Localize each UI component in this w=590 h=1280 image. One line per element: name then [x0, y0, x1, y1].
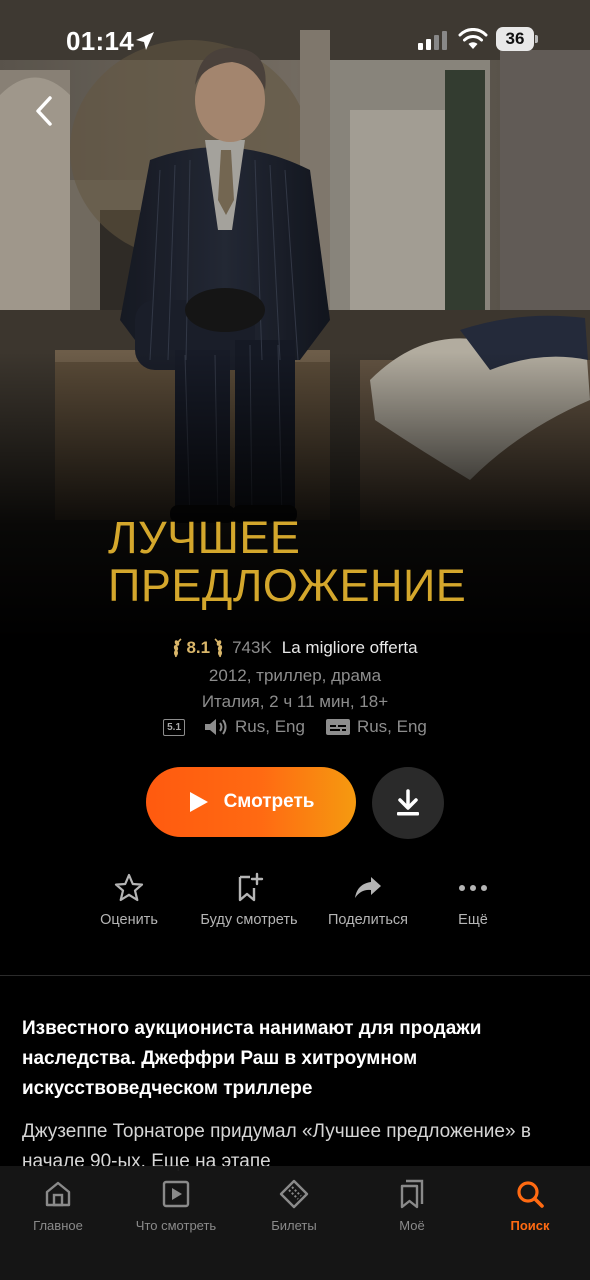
download-icon: [397, 789, 419, 816]
status-time: 01:14: [66, 26, 134, 56]
more-action[interactable]: Ещё: [408, 870, 538, 928]
home-icon: [45, 1181, 71, 1207]
battery-indicator: 36: [496, 27, 538, 51]
original-title: La migliore offerta: [281, 638, 418, 657]
rate-action-label: Оценить: [100, 912, 158, 928]
subtitle-languages: Rus, Eng: [356, 717, 427, 736]
subtitles-icon: [325, 719, 350, 735]
description-headline: Известного аукциониста нанимают для прод…: [22, 1018, 482, 1099]
tab-what-to-watch-label: Что смотреть: [135, 1218, 217, 1233]
action-row: Оценить Буду смотреть Поделиться Ещё: [0, 870, 590, 940]
more-icon: [459, 885, 487, 891]
rate-action[interactable]: Оценить: [64, 870, 194, 928]
tab-tickets-label: Билеты: [271, 1218, 317, 1233]
wifi-icon: [458, 28, 488, 49]
audio-languages: Rus, Eng: [235, 717, 305, 736]
ticket-icon: [279, 1179, 309, 1209]
share-icon: [355, 877, 381, 898]
tab-search[interactable]: Поиск: [475, 1176, 585, 1233]
speaker-icon: [205, 719, 227, 735]
watchlist-action[interactable]: Буду смотреть: [184, 870, 314, 928]
tab-what-to-watch[interactable]: Что смотреть: [121, 1176, 231, 1233]
location-arrow-icon: [136, 32, 154, 50]
bookmarks-icon: [400, 1179, 424, 1209]
more-action-label: Ещё: [458, 912, 488, 928]
year-genres: 2012, триллер, драма: [208, 666, 382, 685]
status-bar: 01:14 36: [0, 0, 590, 80]
country-duration-age: Италия, 2 ч 11 мин, 18+: [201, 692, 389, 711]
cellular-signal-icon: [418, 31, 447, 50]
divider: [0, 975, 590, 976]
search-icon: [517, 1181, 544, 1208]
watchlist-action-label: Буду смотреть: [200, 912, 298, 928]
play-icon: [189, 792, 208, 812]
tab-tickets[interactable]: Билеты: [239, 1176, 349, 1233]
tab-home[interactable]: Главное: [3, 1176, 113, 1233]
sound-format-badge: 5.1: [163, 718, 186, 736]
tab-home-label: Главное: [33, 1218, 83, 1233]
share-action-label: Поделиться: [327, 912, 409, 928]
laurel-left-icon: [174, 638, 182, 658]
watch-button-label: Смотреть: [223, 791, 315, 812]
back-button[interactable]: [28, 92, 60, 130]
laurel-right-icon: [214, 638, 223, 658]
rating-score: 8.1: [186, 638, 211, 657]
star-icon: [114, 873, 144, 902]
tab-mine-label: Моё: [399, 1218, 425, 1233]
formats-row: 5.1 Rus, Eng Rus, Eng: [0, 716, 590, 738]
bottom-tab-bar: Главное Что смотреть Билеты Моё Поиск: [0, 1166, 590, 1280]
rating-votes: 743K: [232, 638, 272, 657]
bookmark-plus-icon: [238, 872, 264, 902]
download-button[interactable]: [372, 767, 444, 839]
battery-level: 36: [496, 27, 534, 51]
tab-search-label: Поиск: [510, 1218, 550, 1233]
play-square-icon: [162, 1180, 190, 1208]
rating-row: 8.1 743K La migliore offerta: [0, 637, 590, 659]
movie-title: Лучшее предложение: [108, 512, 467, 611]
tab-mine[interactable]: Моё: [357, 1176, 467, 1233]
watch-button[interactable]: Смотреть: [146, 767, 356, 837]
